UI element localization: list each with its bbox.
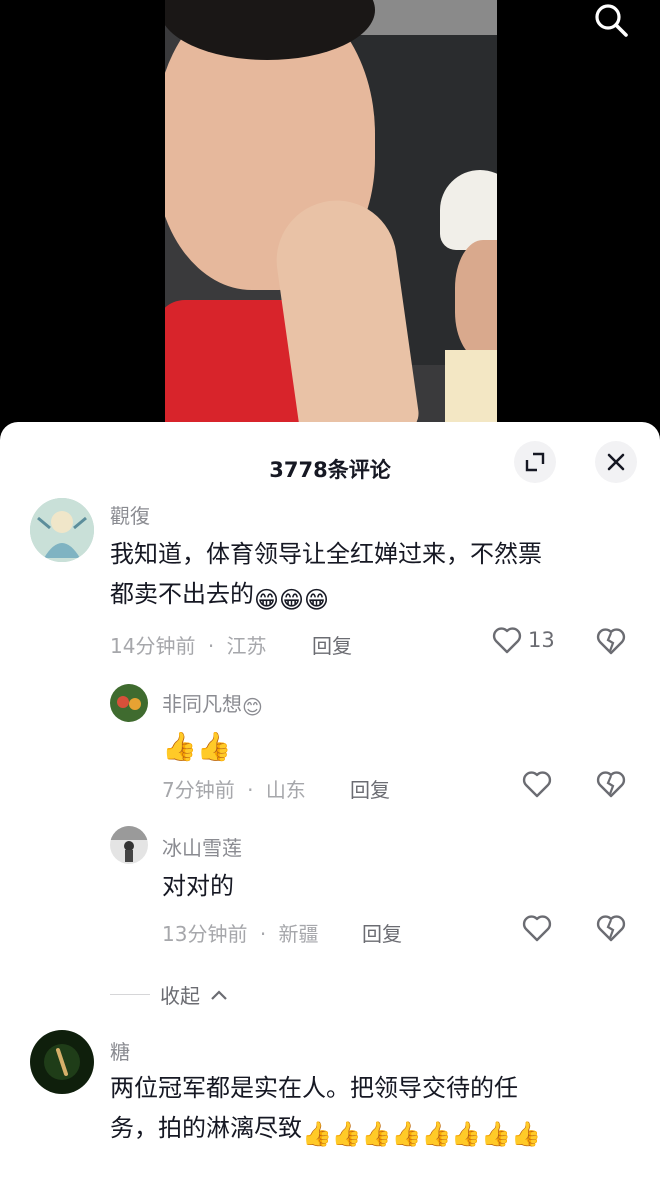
comment-location: 新疆 xyxy=(278,922,319,946)
thumbs-up-emoji: 👍👍 xyxy=(162,730,232,763)
search-button[interactable] xyxy=(588,0,634,40)
like-button[interactable] xyxy=(522,914,552,942)
avatar-image xyxy=(110,684,148,722)
comment-meta: 13分钟前 · 新疆 xyxy=(162,918,319,947)
avatar[interactable] xyxy=(30,498,94,562)
comment-panel: 3778条评论 觀復 我知道，体育领导让全红婵过来，不然票 都卖不出去的😁😁😁 xyxy=(0,422,660,1182)
comment-time: 14分钟前 xyxy=(110,634,196,658)
comment-text-line: 两位冠军都是实在人。把领导交待的任 xyxy=(110,1074,518,1102)
broken-heart-icon xyxy=(596,771,626,798)
reply-button[interactable]: 回复 xyxy=(350,774,390,803)
username[interactable]: 糖 xyxy=(110,1036,130,1065)
avatar-image xyxy=(30,498,94,562)
broken-heart-icon xyxy=(596,628,626,655)
username[interactable]: 非同凡想😊 xyxy=(162,688,263,722)
comment-meta: 14分钟前 · 江苏 xyxy=(110,630,267,659)
search-icon xyxy=(595,4,628,37)
comment-location: 山东 xyxy=(265,778,306,802)
meta-separator: · xyxy=(247,778,254,802)
heart-icon xyxy=(522,915,552,942)
video-player[interactable] xyxy=(0,0,660,440)
video-second-person-face xyxy=(455,240,497,360)
emoji-grin: 😁😁😁 xyxy=(254,586,330,614)
collapse-label: 收起 xyxy=(160,984,200,1008)
comment-text: 我知道，体育领导让全红婵过来，不然票 都卖不出去的😁😁😁 xyxy=(110,534,630,615)
close-button[interactable] xyxy=(595,441,637,483)
video-frame xyxy=(165,0,497,440)
username-text: 非同凡想 xyxy=(162,692,242,716)
like-button[interactable] xyxy=(522,770,552,798)
reply-button[interactable]: 回复 xyxy=(312,630,352,659)
like-count: 13 xyxy=(528,628,555,652)
username[interactable]: 觀復 xyxy=(110,500,150,529)
meta-separator: · xyxy=(259,922,267,946)
username[interactable]: 冰山雪莲 xyxy=(162,832,242,861)
comment-time: 13分钟前 xyxy=(162,922,248,946)
heart-icon xyxy=(522,771,552,798)
reply-button[interactable]: 回复 xyxy=(362,918,402,947)
broken-heart-icon xyxy=(596,915,626,942)
comment-text-line: 务，拍的淋漓尽致👍👍👍👍👍👍👍👍 xyxy=(110,1108,640,1149)
comment-text-part: 都卖不出去的 xyxy=(110,580,254,608)
comment-text-line: 都卖不出去的😁😁😁 xyxy=(110,574,630,615)
heart-icon xyxy=(492,627,522,654)
comment-text: 两位冠军都是实在人。把领导交待的任 务，拍的淋漓尽致👍👍👍👍👍👍👍👍 xyxy=(110,1068,640,1149)
collapse-replies-button[interactable]: 收起 xyxy=(110,980,228,1009)
comment-time: 7分钟前 xyxy=(162,778,235,802)
thumbs-up-emoji: 👍👍👍👍👍👍👍👍 xyxy=(302,1120,542,1148)
dislike-button[interactable] xyxy=(596,770,626,802)
meta-separator: · xyxy=(207,634,215,658)
avatar[interactable] xyxy=(30,1030,94,1094)
smile-emoji: 😊 xyxy=(242,695,263,719)
avatar[interactable] xyxy=(110,826,148,864)
dislike-button[interactable] xyxy=(596,914,626,946)
divider xyxy=(110,994,150,995)
comment-text-line: 我知道，体育领导让全红婵过来，不然票 xyxy=(110,540,542,568)
avatar[interactable] xyxy=(110,684,148,722)
comment-text-part: 务，拍的淋漓尽致 xyxy=(110,1114,302,1142)
avatar-image xyxy=(110,826,148,864)
comment-meta: 7分钟前 · 山东 xyxy=(162,774,306,803)
dislike-button[interactable] xyxy=(596,627,626,659)
expand-button[interactable] xyxy=(514,441,556,483)
comment-location: 江苏 xyxy=(226,634,267,658)
comment-text: 👍👍 xyxy=(162,722,232,762)
expand-icon xyxy=(525,452,545,472)
like-button[interactable]: 13 xyxy=(492,626,555,654)
close-icon xyxy=(607,453,625,471)
chevron-up-icon xyxy=(211,989,227,1000)
comment-count-title: 3778条评论 xyxy=(269,458,391,482)
avatar-image xyxy=(30,1030,94,1094)
comment-text: 对对的 xyxy=(162,872,234,900)
